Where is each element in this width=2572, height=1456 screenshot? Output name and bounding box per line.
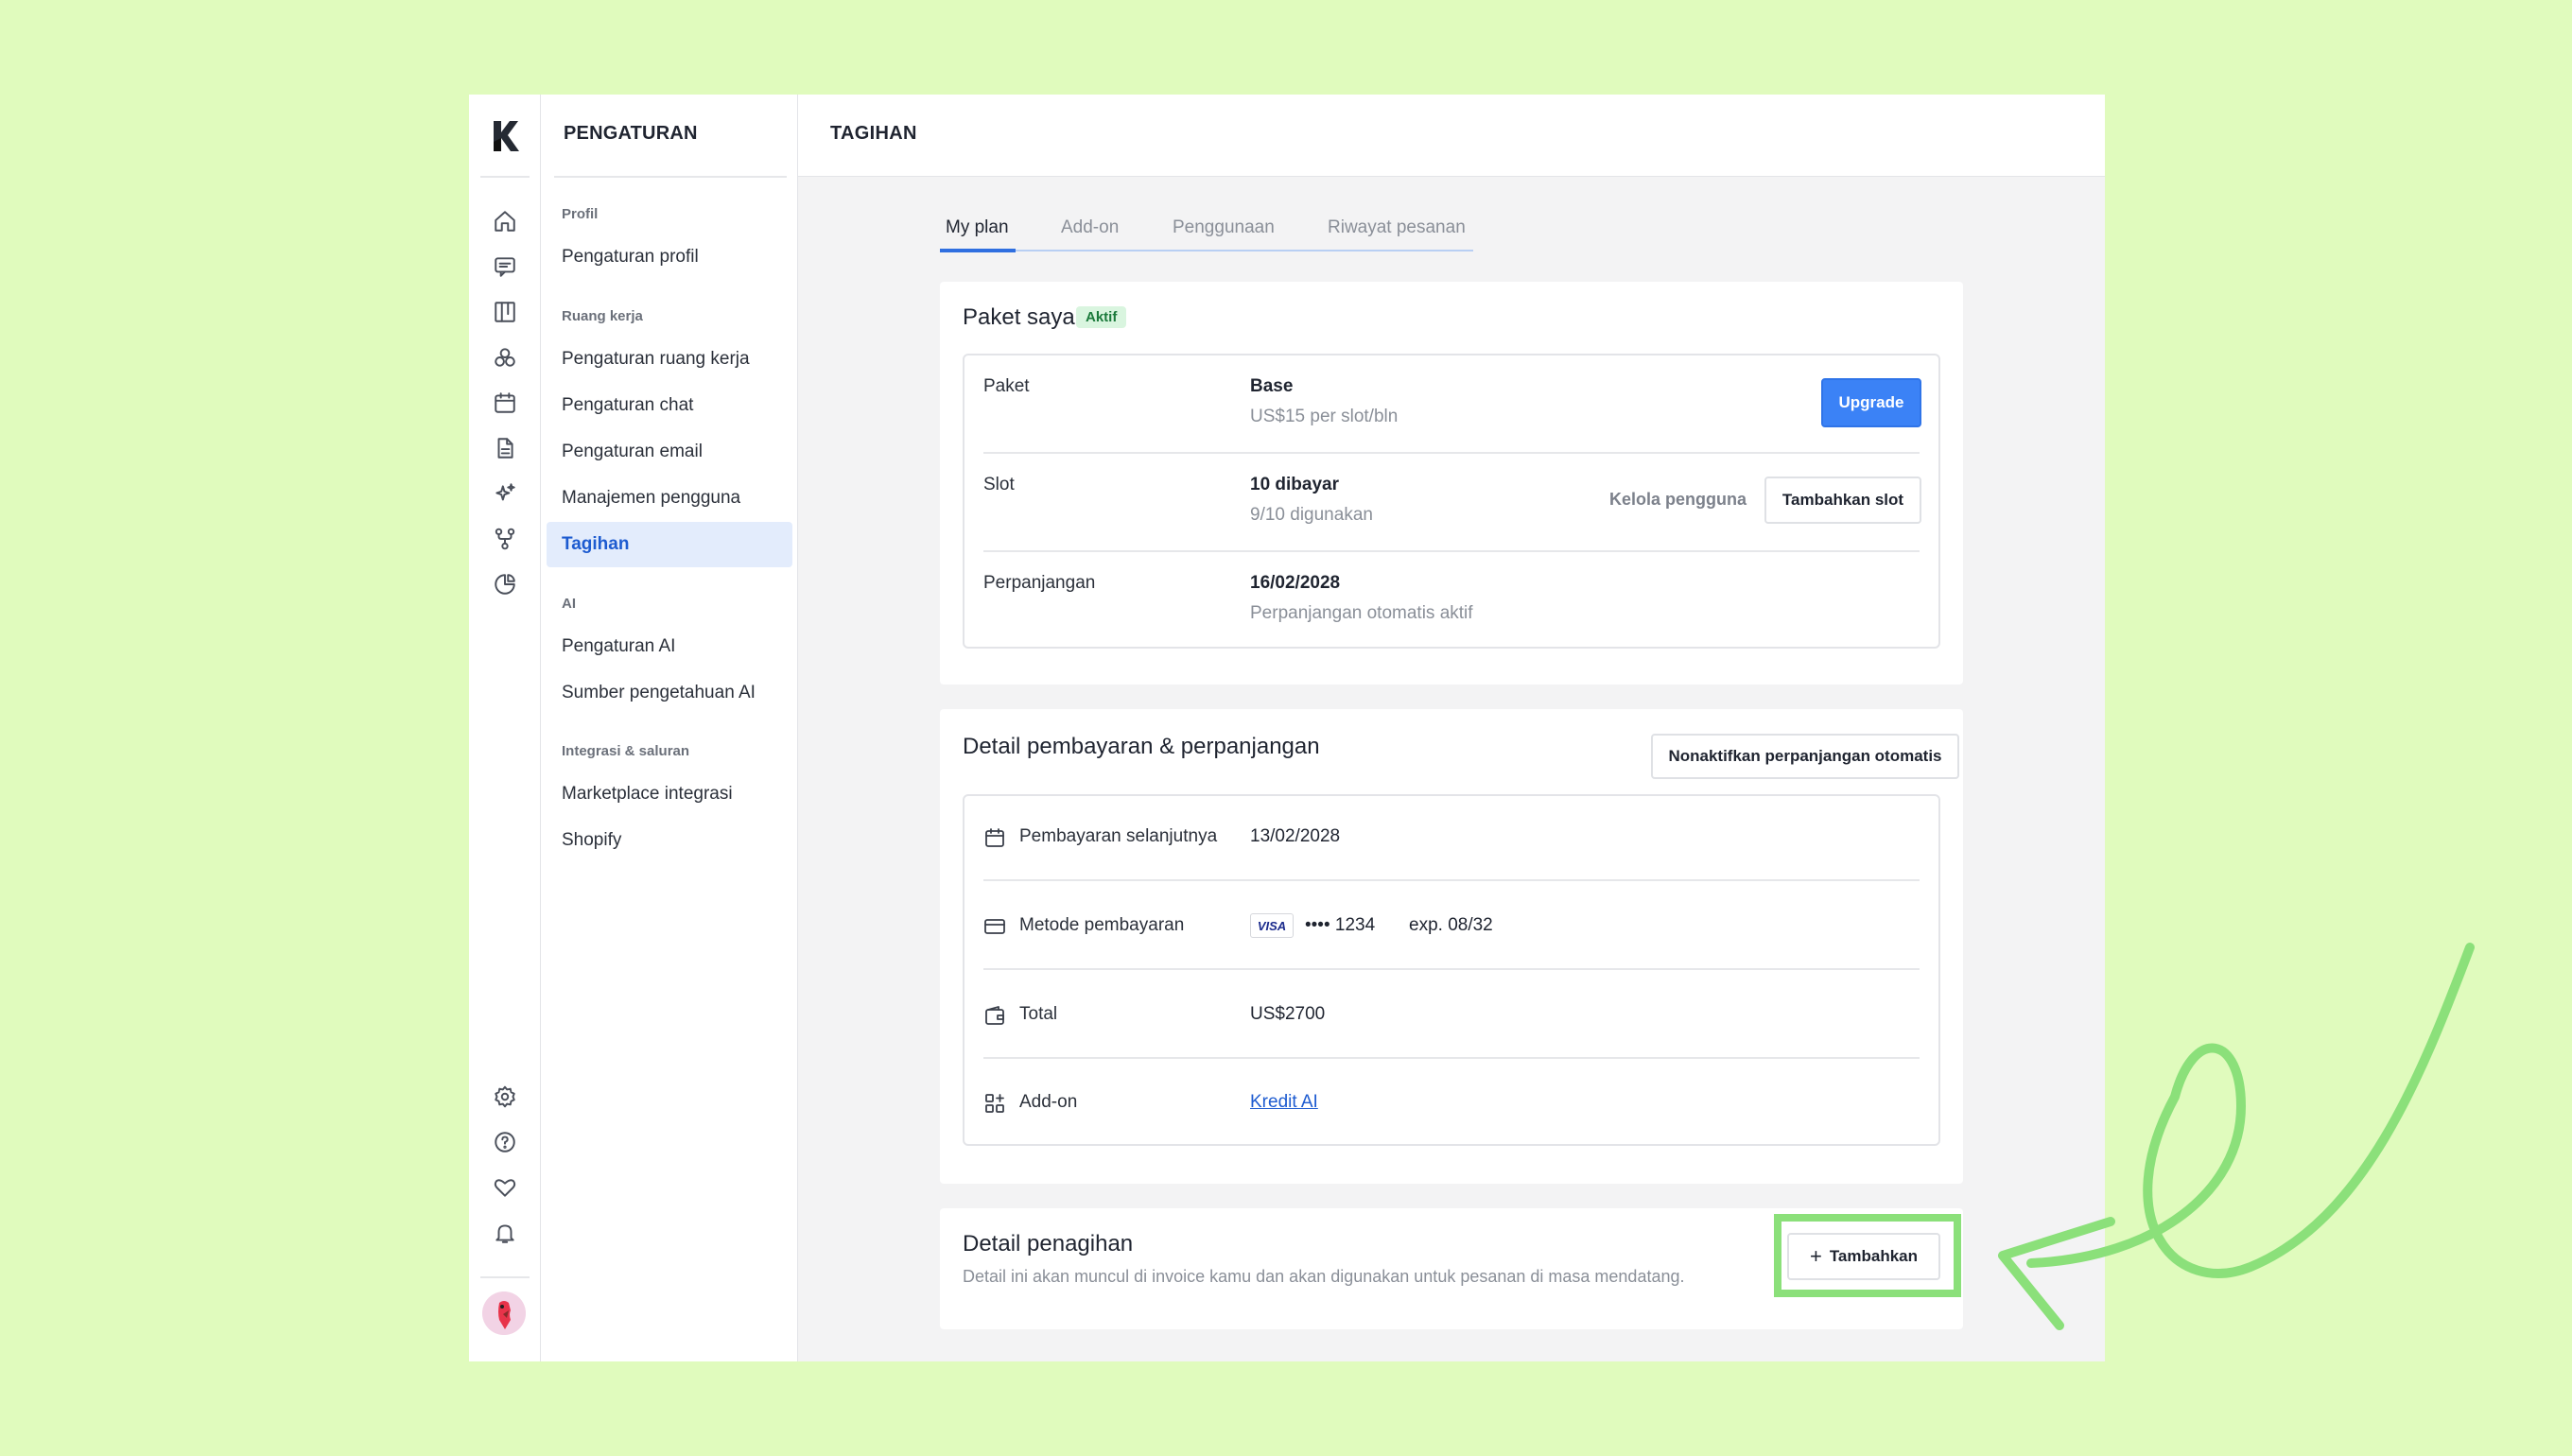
nav-group-integrasi: Integrasi & saluran xyxy=(562,743,690,759)
plan-card: Paket saya Aktif Paket Base US$15 per sl… xyxy=(940,282,1963,685)
app-window: PENGATURAN Profil Pengaturan profil Ruan… xyxy=(469,95,2105,1361)
next-payment-date: 13/02/2028 xyxy=(1250,826,1341,846)
tab-riwayat-pesanan[interactable]: Riwayat pesanan xyxy=(1328,217,1466,238)
plan-details: Paket Base US$15 per slot/bln Upgrade Sl… xyxy=(963,354,1940,649)
nav-item-tagihan[interactable]: Tagihan xyxy=(547,522,792,567)
tab-bar: My plan Add-on Penggunaan Riwayat pesana… xyxy=(940,206,1473,252)
disable-auto-renew-button[interactable]: Nonaktifkan perpanjangan otomatis xyxy=(1651,734,1959,779)
bell-icon[interactable] xyxy=(490,1218,520,1248)
billing-card-title: Detail penagihan xyxy=(963,1231,1134,1257)
add-on-icon xyxy=(983,1092,1006,1115)
nav-item-pengaturan-email[interactable]: Pengaturan email xyxy=(547,429,792,475)
upgrade-button[interactable]: Upgrade xyxy=(1821,378,1921,427)
row-divider xyxy=(983,452,1920,454)
payment-card: Detail pembayaran & perpanjangan Nonakti… xyxy=(940,709,1963,1184)
nav-item-marketplace-integrasi[interactable]: Marketplace integrasi xyxy=(547,771,792,817)
manage-users-link[interactable]: Kelola pengguna xyxy=(1609,490,1747,510)
nav-group-ai: AI xyxy=(562,596,576,612)
payment-details: Pembayaran selanjutnya 13/02/2028 Metode… xyxy=(963,794,1940,1146)
nav-title: PENGATURAN xyxy=(564,123,698,144)
tab-my-plan[interactable]: My plan xyxy=(946,217,1009,238)
card-expiry: exp. 08/32 xyxy=(1409,915,1493,935)
settings-nav: PENGATURAN Profil Pengaturan profil Ruan… xyxy=(541,95,798,1361)
heart-icon[interactable] xyxy=(490,1172,520,1203)
payment-card-title: Detail pembayaran & perpanjangan xyxy=(963,734,1320,759)
page-header: TAGIHAN xyxy=(798,95,2105,177)
kredit-ai-link[interactable]: Kredit AI xyxy=(1250,1092,1318,1113)
contacts-icon[interactable] xyxy=(490,342,520,373)
add-on-label: Add-on xyxy=(1019,1092,1078,1112)
payment-method-label: Metode pembayaran xyxy=(1019,915,1185,935)
calendar-icon[interactable] xyxy=(490,388,520,418)
renewal-date: 16/02/2028 xyxy=(1250,573,1341,593)
nav-item-pengaturan-profil[interactable]: Pengaturan profil xyxy=(547,234,792,280)
page-title: TAGIHAN xyxy=(830,123,917,144)
billing-description: Detail ini akan muncul di invoice kamu d… xyxy=(963,1267,1685,1286)
highlight-box xyxy=(1774,1214,1961,1297)
total-value: US$2700 xyxy=(1250,1004,1326,1024)
board-icon[interactable] xyxy=(490,297,520,327)
nav-item-manajemen-pengguna[interactable]: Manajemen pengguna xyxy=(547,476,792,521)
add-slot-button[interactable]: Tambahkan slot xyxy=(1764,477,1921,524)
visa-icon: VISA xyxy=(1250,913,1294,938)
document-icon[interactable] xyxy=(490,433,520,463)
main-content: TAGIHAN My plan Add-on Penggunaan Riwaya… xyxy=(798,95,2105,1361)
rail-divider xyxy=(480,176,530,178)
plan-card-title: Paket saya xyxy=(963,304,1075,330)
chat-icon[interactable] xyxy=(490,251,520,282)
row-divider xyxy=(983,879,1920,881)
slot-label: Slot xyxy=(983,475,1015,494)
nav-group-ruang-kerja: Ruang kerja xyxy=(562,308,643,324)
rail-divider xyxy=(480,1276,530,1278)
wallet-icon xyxy=(983,1004,1006,1027)
nav-item-pengaturan-chat[interactable]: Pengaturan chat xyxy=(547,383,792,428)
settings-icon[interactable] xyxy=(490,1082,520,1112)
active-tab-indicator xyxy=(940,249,1016,252)
slot-value: 10 dibayar xyxy=(1250,475,1339,494)
tab-penggunaan[interactable]: Penggunaan xyxy=(1173,217,1275,238)
nav-item-shopify[interactable]: Shopify xyxy=(547,818,792,863)
avatar[interactable] xyxy=(482,1291,526,1335)
icon-rail xyxy=(469,95,541,1361)
logo-icon[interactable] xyxy=(490,119,520,153)
workflow-icon[interactable] xyxy=(490,524,520,554)
nav-item-pengaturan-ruang-kerja[interactable]: Pengaturan ruang kerja xyxy=(547,337,792,382)
total-label: Total xyxy=(1019,1004,1058,1024)
next-payment-label: Pembayaran selanjutnya xyxy=(1019,826,1218,846)
help-icon[interactable] xyxy=(490,1127,520,1157)
nav-divider xyxy=(554,176,787,178)
row-divider xyxy=(983,968,1920,970)
nav-item-sumber-pengetahuan-ai[interactable]: Sumber pengetahuan AI xyxy=(547,670,792,716)
paket-price: US$15 per slot/bln xyxy=(1250,407,1399,426)
sparkles-icon[interactable] xyxy=(490,478,520,509)
row-divider xyxy=(983,550,1920,552)
card-number: •••• 1234 xyxy=(1305,915,1376,935)
tab-add-on[interactable]: Add-on xyxy=(1061,217,1119,238)
paket-label: Paket xyxy=(983,376,1030,396)
paket-value: Base xyxy=(1250,376,1294,396)
status-badge: Aktif xyxy=(1076,306,1127,328)
nav-item-pengaturan-ai[interactable]: Pengaturan AI xyxy=(547,624,792,669)
home-icon[interactable] xyxy=(490,206,520,236)
renewal-status: Perpanjangan otomatis aktif xyxy=(1250,603,1473,623)
credit-card-icon xyxy=(983,915,1006,938)
row-divider xyxy=(983,1057,1920,1059)
renewal-label: Perpanjangan xyxy=(983,573,1096,593)
nav-group-profil: Profil xyxy=(562,206,599,222)
slot-usage: 9/10 digunakan xyxy=(1250,505,1373,525)
reports-icon[interactable] xyxy=(490,569,520,599)
calendar-icon xyxy=(983,826,1006,849)
